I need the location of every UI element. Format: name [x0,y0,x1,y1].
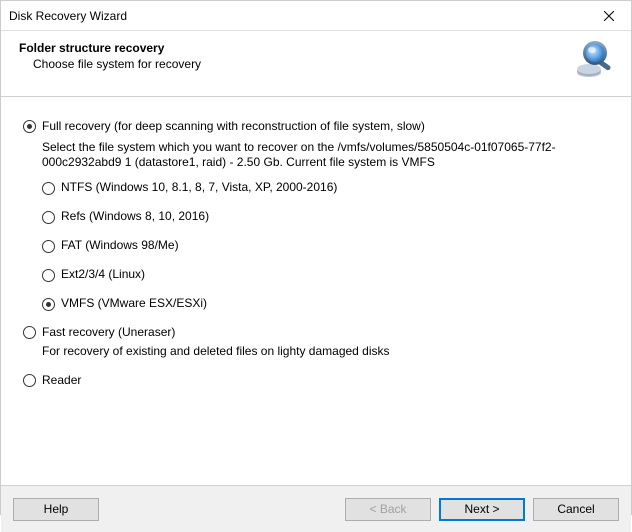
wizard-body: Full recovery (for deep scanning with re… [1,97,631,485]
radio-icon [42,240,55,253]
radio-icon [23,374,36,387]
help-button[interactable]: Help [13,498,99,521]
fs-option-refs[interactable]: Refs (Windows 8, 10, 2016) [42,209,615,224]
filesystem-options: NTFS (Windows 10, 8.1, 8, 7, Vista, XP, … [42,180,615,311]
cancel-button[interactable]: Cancel [533,498,619,521]
page-title: Folder structure recovery [19,41,201,55]
radio-icon [23,326,36,339]
radio-icon [42,182,55,195]
radio-icon [42,211,55,224]
mode-label: Reader [42,373,81,388]
fs-option-ntfs[interactable]: NTFS (Windows 10, 8.1, 8, 7, Vista, XP, … [42,180,615,195]
window-title: Disk Recovery Wizard [9,9,127,23]
radio-icon [42,269,55,282]
radio-icon [23,120,36,133]
fs-label: VMFS (VMware ESX/ESXi) [61,296,207,311]
fs-option-ext[interactable]: Ext2/3/4 (Linux) [42,267,615,282]
mode-label: Fast recovery (Uneraser) [42,325,175,340]
titlebar: Disk Recovery Wizard [1,1,631,31]
fs-label: NTFS (Windows 10, 8.1, 8, 7, Vista, XP, … [61,180,337,195]
mode-full-recovery[interactable]: Full recovery (for deep scanning with re… [23,119,615,134]
page-subtitle: Choose file system for recovery [19,57,201,71]
mode-label: Full recovery (for deep scanning with re… [42,119,425,134]
full-recovery-description: Select the file system which you want to… [42,140,602,170]
fs-label: Refs (Windows 8, 10, 2016) [61,209,209,224]
fast-recovery-description: For recovery of existing and deleted fil… [42,344,602,359]
close-icon [604,11,614,21]
wizard-footer: Help < Back Next > Cancel [1,485,631,532]
back-button: < Back [345,498,431,521]
mode-reader[interactable]: Reader [23,373,615,388]
fs-option-vmfs[interactable]: VMFS (VMware ESX/ESXi) [42,296,615,311]
fs-label: Ext2/3/4 (Linux) [61,267,145,282]
fs-option-fat[interactable]: FAT (Windows 98/Me) [42,238,615,253]
radio-icon [42,298,55,311]
next-button[interactable]: Next > [439,498,525,521]
fs-label: FAT (Windows 98/Me) [61,238,179,253]
wizard-header: Folder structure recovery Choose file sy… [1,31,631,97]
close-button[interactable] [586,1,631,30]
wizard-icon [571,39,615,86]
mode-fast-recovery[interactable]: Fast recovery (Uneraser) [23,325,615,340]
